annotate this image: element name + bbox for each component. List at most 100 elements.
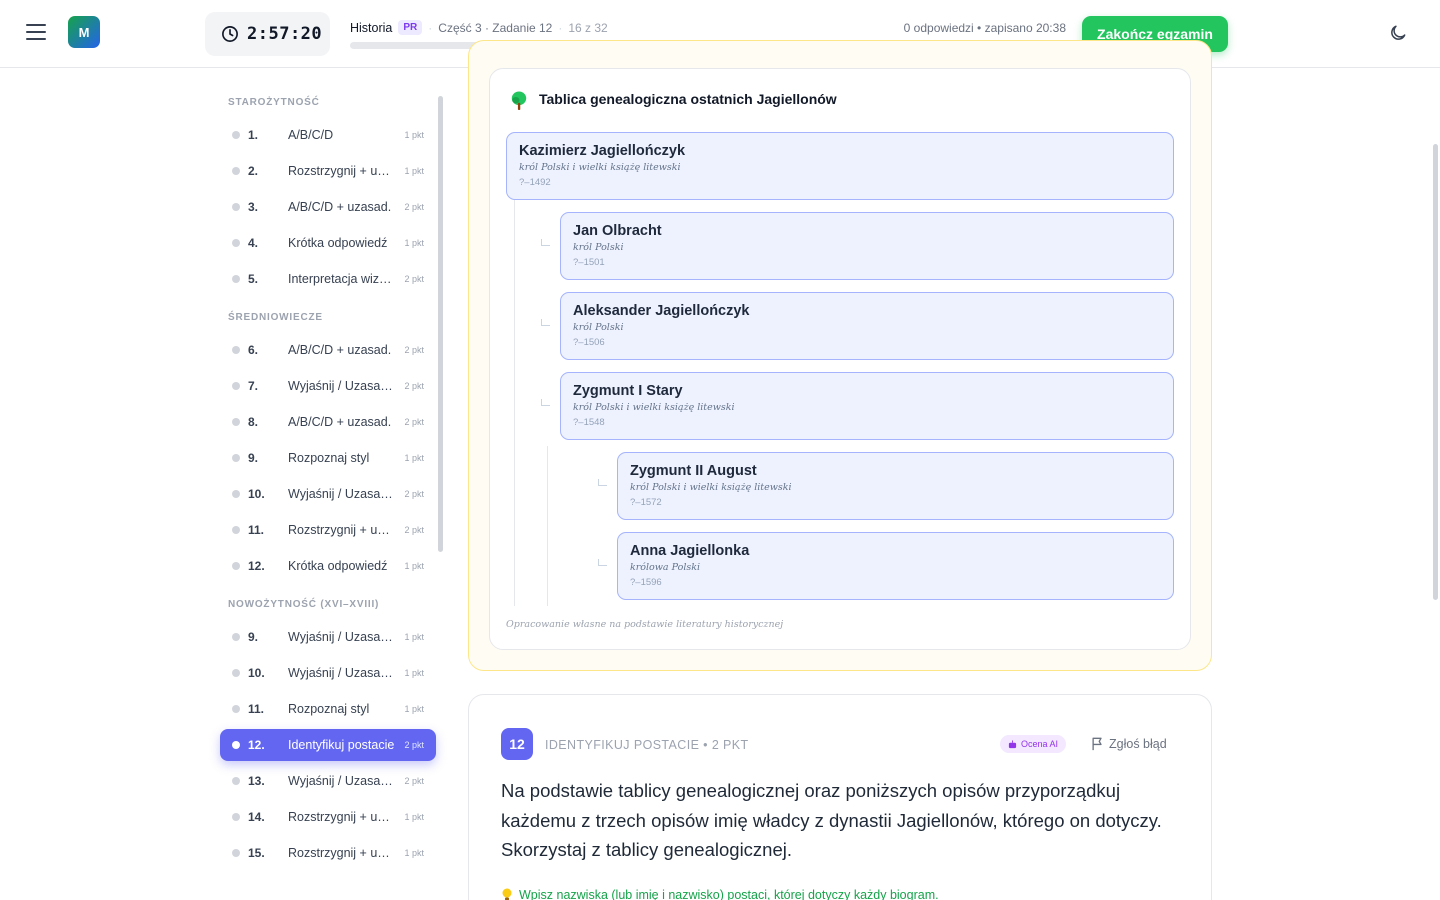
app-logo[interactable]: M bbox=[68, 16, 100, 48]
question-points: 2 pkt bbox=[404, 274, 424, 284]
question-type-label: A/B/C/D + uzasad. bbox=[288, 415, 392, 429]
status-dot bbox=[232, 562, 240, 570]
question-points: 1 pkt bbox=[404, 632, 424, 642]
ai-grading-badge: Ocena AI bbox=[1000, 735, 1067, 753]
answer-hint: Wpisz nazwiska (lub imię i nazwisko) pos… bbox=[501, 888, 939, 900]
save-status: 0 odpowiedzi • zapisano 20:38 bbox=[903, 21, 1066, 35]
status-dot bbox=[232, 131, 240, 139]
sidebar-question-item[interactable]: 12. Krótka odpowiedź 1 pkt bbox=[220, 550, 436, 582]
question-type-label: A/B/C/D + uzasad. bbox=[288, 343, 392, 357]
question-type-label: Wyjaśnij / Uzasadnij bbox=[288, 666, 396, 680]
person-name: Zygmunt I Stary bbox=[573, 383, 683, 399]
question-points: 1 pkt bbox=[404, 812, 424, 822]
person-name: Kazimierz Jagiellończyk bbox=[519, 143, 686, 159]
menu-icon[interactable] bbox=[26, 22, 46, 42]
tree-branch bbox=[541, 399, 550, 406]
status-dot bbox=[232, 777, 240, 785]
question-points: 2 pkt bbox=[404, 776, 424, 786]
question-number: 9. bbox=[248, 451, 259, 465]
sidebar-question-item[interactable]: 10. Wyjaśnij / Uzasadnij 1 pkt bbox=[220, 657, 436, 689]
level-badge: PR bbox=[398, 20, 423, 35]
question-number: 11. bbox=[248, 702, 265, 716]
person-dates: ?–1506 bbox=[573, 337, 605, 348]
question-type-label: Wyjaśnij / Uzasadnij bbox=[288, 630, 396, 644]
exam-timer: 2:57:20 bbox=[205, 12, 330, 56]
breadcrumb-separator: · bbox=[558, 20, 563, 35]
person-name: Zygmunt II August bbox=[630, 463, 757, 479]
report-label: Zgłoś błąd bbox=[1109, 737, 1167, 751]
timer-value: 2:57:20 bbox=[247, 24, 323, 44]
source-note: Opracowanie własne na podstawie literatu… bbox=[506, 619, 784, 630]
person-dates: ?–1492 bbox=[519, 177, 551, 188]
person-node: Jan Olbracht król Polski ?–1501 bbox=[560, 212, 1174, 280]
report-error-button[interactable]: Zgłoś błąd bbox=[1091, 737, 1167, 751]
question-type-label: Wyjaśnij / Uzasadnij bbox=[288, 487, 396, 501]
person-name: Jan Olbracht bbox=[573, 223, 662, 239]
question-points: 2 pkt bbox=[404, 740, 424, 750]
question-number: 9. bbox=[248, 630, 259, 644]
question-type-label: Rozpoznaj styl bbox=[288, 702, 370, 716]
status-dot bbox=[232, 418, 240, 426]
question-number: 10. bbox=[248, 666, 265, 680]
person-role: król Polski i wielki książę litewski bbox=[630, 482, 792, 493]
question-type-label: Krótka odpowiedź bbox=[288, 559, 388, 573]
robot-icon bbox=[1008, 739, 1017, 748]
question-points: 2 pkt bbox=[404, 417, 424, 427]
tree-icon bbox=[511, 91, 527, 110]
sidebar-question-item[interactable]: 13. Wyjaśnij / Uzasadnij 2 pkt bbox=[220, 765, 436, 797]
sidebar-question-item[interactable]: 14. Rozstrzygnij + uzasad. 1 pkt bbox=[220, 801, 436, 833]
question-type-label: Krótka odpowiedź bbox=[288, 236, 388, 250]
sidebar-question-item[interactable]: 4. Krótka odpowiedź 1 pkt bbox=[220, 227, 436, 259]
question-number: 7. bbox=[248, 379, 259, 393]
sidebar-question-item[interactable]: 2. Rozstrzygnij + uzasad. 1 pkt bbox=[220, 155, 436, 187]
question-points: 2 pkt bbox=[404, 525, 424, 535]
person-dates: ?–1572 bbox=[630, 497, 662, 508]
question-type-label: Wyjaśnij / Uzasadnij bbox=[288, 774, 396, 788]
status-dot bbox=[232, 633, 240, 641]
sidebar-question-item[interactable]: 12. Identyfikuj postacie 2 pkt bbox=[220, 729, 436, 761]
question-number: 15. bbox=[248, 846, 265, 860]
question-type-label: A/B/C/D bbox=[288, 128, 334, 142]
question-number: 4. bbox=[248, 236, 259, 250]
question-number: 12. bbox=[248, 559, 265, 573]
sidebar-question-item[interactable]: 9. Wyjaśnij / Uzasadnij 1 pkt bbox=[220, 621, 436, 653]
status-dot bbox=[232, 813, 240, 821]
part-task: Część 3 · Zadanie 12 bbox=[438, 20, 553, 35]
sidebar-question-item[interactable]: 15. Rozstrzygnij + uzasad. 1 pkt bbox=[220, 837, 436, 869]
question-number: 13. bbox=[248, 774, 265, 788]
sidebar-question-item[interactable]: 6. A/B/C/D + uzasad. 2 pkt bbox=[220, 334, 436, 366]
question-number: 11. bbox=[248, 523, 265, 537]
question-points: 2 pkt bbox=[404, 345, 424, 355]
sidebar-question-item[interactable]: 11. Rozstrzygnij + uzasad. 2 pkt bbox=[220, 514, 436, 546]
page-scrollbar[interactable] bbox=[1433, 144, 1438, 600]
question-number: 8. bbox=[248, 415, 259, 429]
question-points: 1 pkt bbox=[404, 130, 424, 140]
person-node: Kazimierz Jagiellończyk król Polski i wi… bbox=[506, 132, 1174, 200]
sidebar-question-item[interactable]: 10. Wyjaśnij / Uzasadnij 2 pkt bbox=[220, 478, 436, 510]
sidebar-question-item[interactable]: 8. A/B/C/D + uzasad. 2 pkt bbox=[220, 406, 436, 438]
status-dot bbox=[232, 741, 240, 749]
person-role: król Polski i wielki książę litewski bbox=[519, 162, 681, 173]
question-number: 10. bbox=[248, 487, 265, 501]
question-text: Na podstawie tablicy genealogicznej oraz… bbox=[501, 780, 1162, 860]
source-title: Tablica genealogiczna ostatnich Jagiello… bbox=[539, 91, 837, 107]
sidebar-question-item[interactable]: 11. Rozpoznaj styl 1 pkt bbox=[220, 693, 436, 725]
person-node: Zygmunt I Stary król Polski i wielki ksi… bbox=[560, 372, 1174, 440]
question-number: 12. bbox=[248, 738, 265, 752]
status-dot bbox=[232, 203, 240, 211]
question-type-label: Rozpoznaj styl bbox=[288, 451, 370, 465]
sidebar-question-item[interactable]: 3. A/B/C/D + uzasad. 2 pkt bbox=[220, 191, 436, 223]
sidebar-question-item[interactable]: 1. A/B/C/D 1 pkt bbox=[220, 119, 436, 151]
question-type: IDENTYFIKUJ POSTACIE • 2 PKT bbox=[545, 738, 749, 752]
status-dot bbox=[232, 275, 240, 283]
question-type-label: Wyjaśnij / Uzasadnij bbox=[288, 379, 396, 393]
person-role: król Polski bbox=[573, 322, 624, 333]
sidebar-scrollbar[interactable] bbox=[438, 96, 443, 552]
question-points: 2 pkt bbox=[404, 489, 424, 499]
person-name: Aleksander Jagiellończyk bbox=[573, 303, 750, 319]
status-dot bbox=[232, 526, 240, 534]
sidebar-question-item[interactable]: 5. Interpretacja wizualna 2 pkt bbox=[220, 263, 436, 295]
sidebar-question-item[interactable]: 9. Rozpoznaj styl 1 pkt bbox=[220, 442, 436, 474]
dark-mode-icon[interactable] bbox=[1388, 23, 1408, 43]
sidebar-question-item[interactable]: 7. Wyjaśnij / Uzasadnij 2 pkt bbox=[220, 370, 436, 402]
